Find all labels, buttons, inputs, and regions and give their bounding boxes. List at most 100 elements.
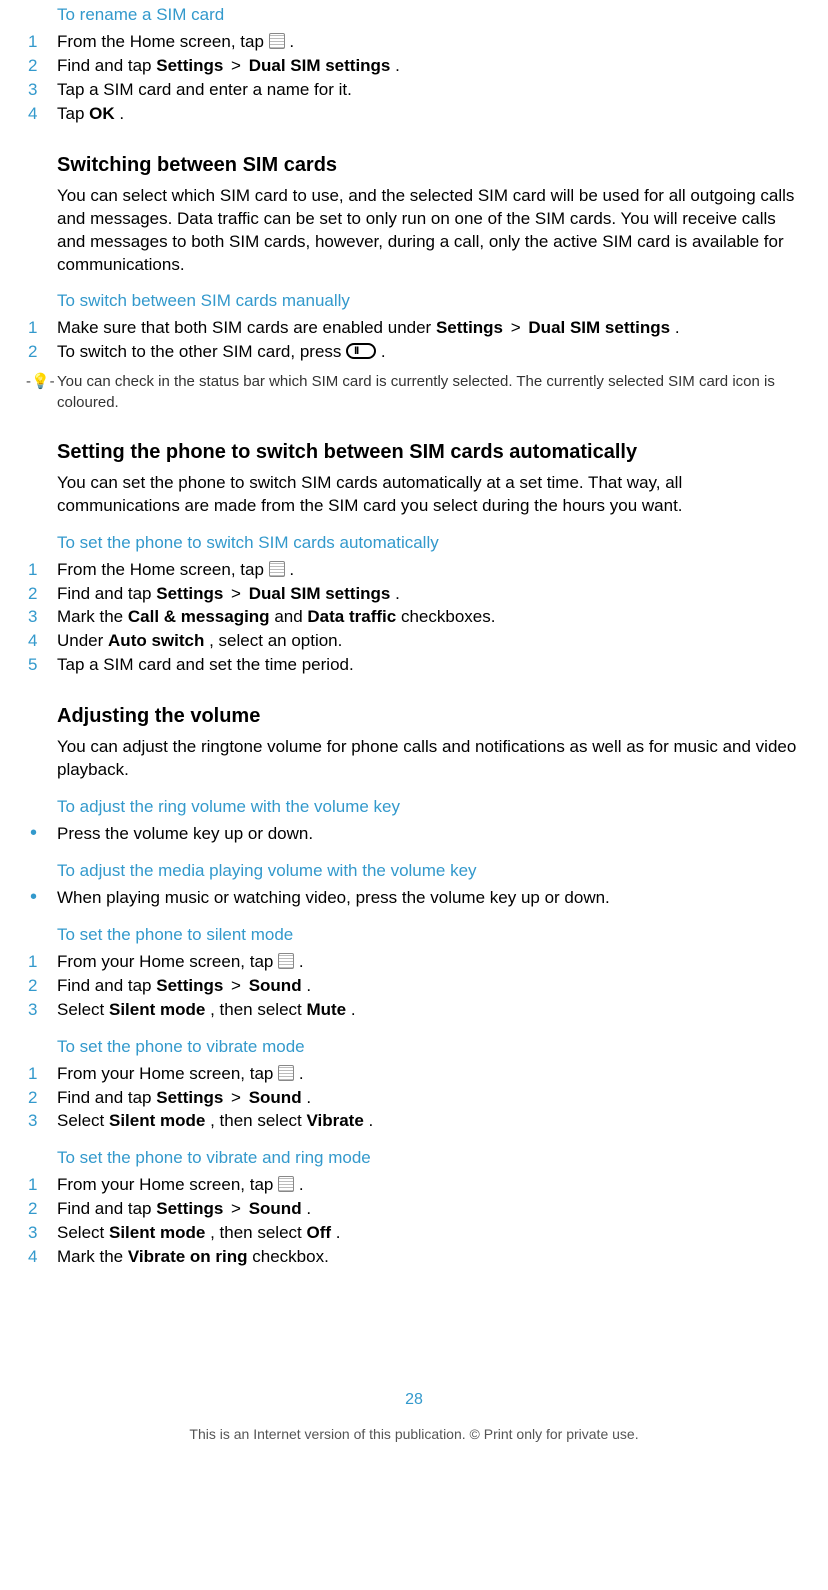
text-fragment: , select an option. [209,631,342,650]
bullet-item: • Press the volume key up or down. [20,823,808,846]
bullet-marker: • [20,823,57,846]
bold-fragment: Settings [156,1199,223,1218]
step-text: Find and tap Settings > Dual SIM setting… [57,583,808,606]
separator: > [231,1199,246,1218]
bullet-text: Press the volume key up or down. [57,823,808,846]
text-fragment: , then select [210,1223,306,1242]
step-number: 3 [20,606,57,629]
text-fragment: . [289,32,294,51]
step-item: 4 Under Auto switch , select an option. [20,630,808,653]
step-item: 2 Find and tap Settings > Sound . [20,1198,808,1221]
step-text: Find and tap Settings > Sound . [57,1087,808,1110]
text-fragment: . [351,1000,356,1019]
step-number: 2 [20,583,57,606]
text-fragment: From the Home screen, tap [57,32,269,51]
text-fragment: From your Home screen, tap [57,952,278,971]
apps-grid-icon [269,561,285,577]
subheading-silent-mode: To set the phone to silent mode [57,924,808,947]
apps-grid-icon [278,1065,294,1081]
bullet-list: • When playing music or watching video, … [20,887,808,910]
step-number: 1 [20,317,57,340]
bullet-item: • When playing music or watching video, … [20,887,808,910]
step-text: Find and tap Settings > Sound . [57,975,808,998]
bullet-list: • Press the volume key up or down. [20,823,808,846]
text-fragment: and [274,607,307,626]
separator: > [231,1088,246,1107]
step-item: 1 From your Home screen, tap . [20,1063,808,1086]
text-fragment: To switch to the other SIM card, press [57,342,346,361]
step-number: 4 [20,630,57,653]
bold-fragment: Silent mode [109,1000,205,1019]
bold-fragment: Auto switch [108,631,204,650]
step-text: Select Silent mode , then select Mute . [57,999,808,1022]
step-item: 1 From your Home screen, tap . [20,951,808,974]
step-number: 2 [20,341,57,364]
step-text: Tap a SIM card and enter a name for it. [57,79,808,102]
step-item: 3 Select Silent mode , then select Mute … [20,999,808,1022]
step-item: 1 Make sure that both SIM cards are enab… [20,317,808,340]
bold-fragment: Settings [156,584,223,603]
step-item: 1 From the Home screen, tap . [20,31,808,54]
separator: > [231,976,246,995]
bold-fragment: Settings [436,318,503,337]
step-item: 3 Select Silent mode , then select Off . [20,1222,808,1245]
text-fragment: Select [57,1000,109,1019]
step-number: 3 [20,999,57,1022]
step-number: 1 [20,951,57,974]
step-text: Mark the Vibrate on ring checkbox. [57,1246,808,1269]
lightbulb-icon: -💡- [20,372,57,413]
steps-vibrate-mode: 1 From your Home screen, tap . 2 Find an… [20,1063,808,1134]
bold-fragment: Silent mode [109,1223,205,1242]
subheading-media-volume: To adjust the media playing volume with … [57,860,808,883]
step-text: To switch to the other SIM card, press . [57,341,808,364]
step-text: Select Silent mode , then select Off . [57,1222,808,1245]
step-item: 4 Tap OK . [20,103,808,126]
text-fragment: . [299,1064,304,1083]
step-item: 2 Find and tap Settings > Sound . [20,975,808,998]
footer-note: This is an Internet version of this publ… [20,1425,808,1444]
step-item: 3 Select Silent mode , then select Vibra… [20,1110,808,1133]
bullet-marker: • [20,887,57,910]
text-fragment: . [119,104,124,123]
steps-auto-switch: 1 From the Home screen, tap . 2 Find and… [20,559,808,678]
text-fragment: . [336,1223,341,1242]
step-text: Find and tap Settings > Dual SIM setting… [57,55,808,78]
bold-fragment: Mute [306,1000,346,1019]
paragraph: You can select which SIM card to use, an… [57,185,808,277]
text-fragment: Tap [57,104,89,123]
step-text: Tap a SIM card and set the time period. [57,654,808,677]
sim-switch-icon [346,343,376,359]
text-fragment: checkbox. [252,1247,329,1266]
step-text: Mark the Call & messaging and Data traff… [57,606,808,629]
text-fragment: Mark the [57,607,128,626]
heading-switching-sim: Switching between SIM cards [57,152,808,179]
step-text: Select Silent mode , then select Vibrate… [57,1110,808,1133]
text-fragment: Find and tap [57,1199,156,1218]
subheading-vibrate-ring: To set the phone to vibrate and ring mod… [57,1147,808,1170]
step-text: From your Home screen, tap . [57,1063,808,1086]
step-text: From the Home screen, tap . [57,559,808,582]
step-text: From the Home screen, tap . [57,31,808,54]
step-number: 1 [20,559,57,582]
bold-fragment: Dual SIM settings [249,56,391,75]
subheading-vibrate-mode: To set the phone to vibrate mode [57,1036,808,1059]
text-fragment: Make sure that both SIM cards are enable… [57,318,436,337]
step-number: 5 [20,654,57,677]
bold-fragment: Call & messaging [128,607,270,626]
bold-fragment: Sound [249,976,302,995]
step-text: Make sure that both SIM cards are enable… [57,317,808,340]
bold-fragment: Data traffic [307,607,396,626]
text-fragment: . [381,342,386,361]
text-fragment: . [369,1111,374,1130]
separator: > [231,56,246,75]
paragraph: You can set the phone to switch SIM card… [57,472,808,518]
step-item: 5 Tap a SIM card and set the time period… [20,654,808,677]
text-fragment: . [306,1199,311,1218]
bold-fragment: Dual SIM settings [528,318,670,337]
text-fragment: . [306,976,311,995]
bold-fragment: Silent mode [109,1111,205,1130]
paragraph: You can adjust the ringtone volume for p… [57,736,808,782]
bold-fragment: OK [89,104,115,123]
step-item: 1 From your Home screen, tap . [20,1174,808,1197]
bold-fragment: Sound [249,1199,302,1218]
